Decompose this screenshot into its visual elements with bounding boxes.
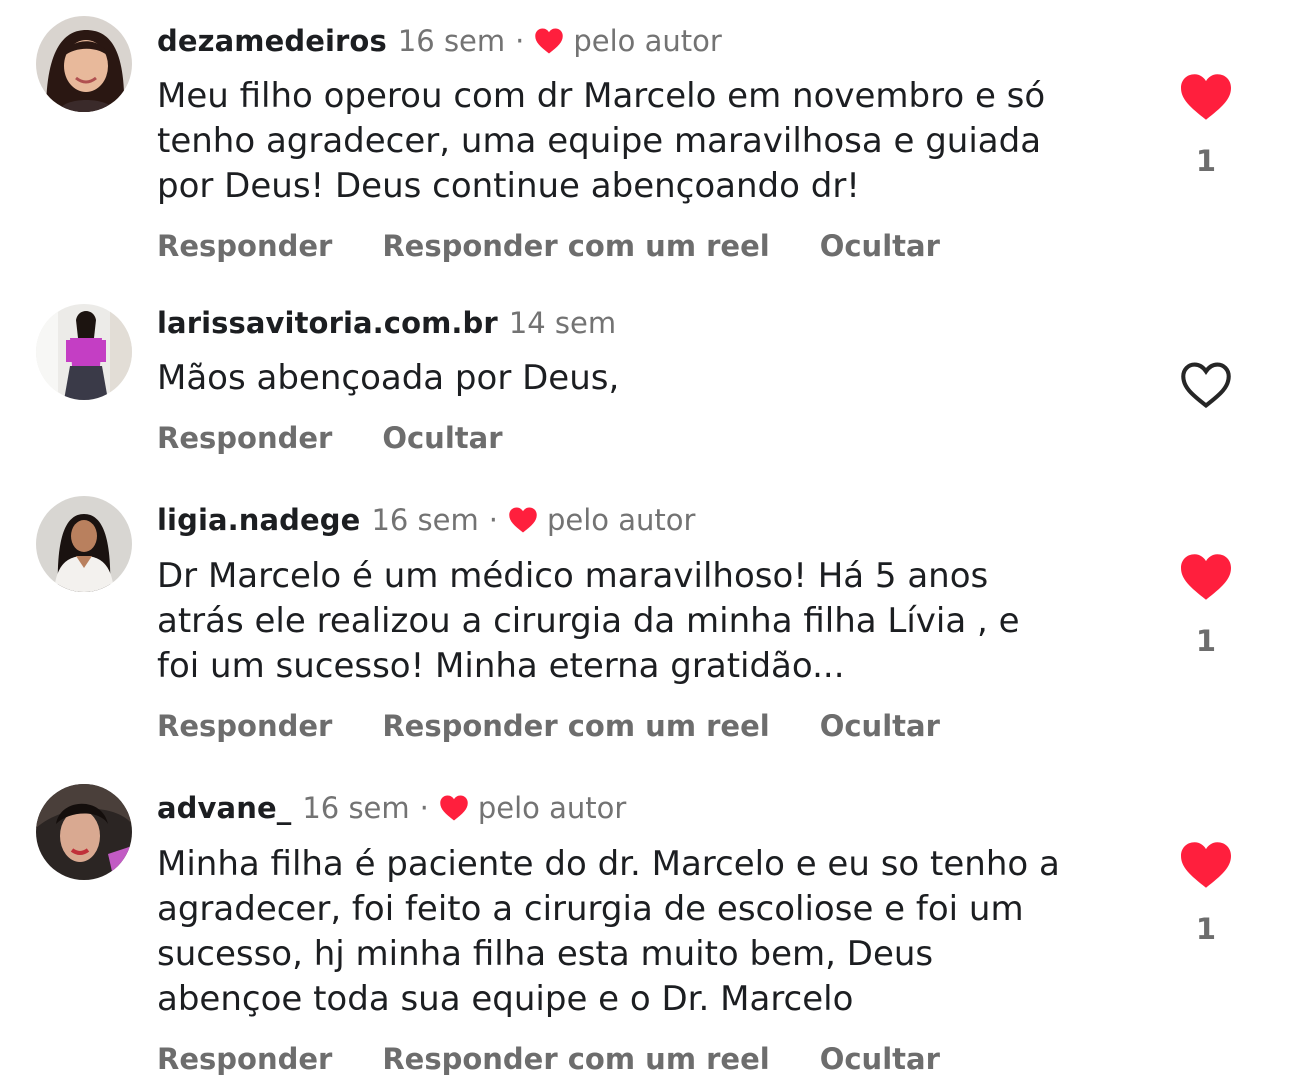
reply-with-reel-button[interactable]: Responder com um reel (382, 709, 769, 743)
comment-meta: advane_ 16 sem · pelo autor (157, 788, 626, 828)
reply-with-reel-button[interactable]: Responder com um reel (382, 1042, 769, 1076)
comment-text: Meu filho operou com dr Marcelo em novem… (157, 76, 1046, 206)
reply-button[interactable]: Responder (157, 421, 332, 455)
username[interactable]: ligia.nadege (157, 503, 360, 537)
timestamp: 16 sem (371, 503, 479, 537)
heart-filled-icon (1181, 74, 1231, 120)
hide-button[interactable]: Ocultar (820, 1042, 940, 1076)
comment-meta: ligia.nadege 16 sem · pelo autor (157, 500, 695, 540)
reply-button[interactable]: Responder (157, 229, 332, 263)
comment-actions: Responder Responder com um reel Ocultar (157, 706, 940, 746)
like-button[interactable] (1178, 72, 1234, 122)
like-count: 1 (1195, 144, 1217, 178)
reply-with-reel-button[interactable]: Responder com um reel (382, 229, 769, 263)
like-button[interactable] (1178, 360, 1234, 410)
avatar[interactable] (36, 496, 132, 592)
heart-outline-icon (1181, 362, 1231, 409)
like-button[interactable] (1178, 840, 1234, 890)
username[interactable]: advane_ (157, 791, 291, 825)
separator-dot: · (488, 503, 498, 537)
username[interactable]: larissavitoria.com.br (157, 306, 498, 340)
separator-dot: · (419, 791, 429, 825)
hide-button[interactable]: Ocultar (820, 709, 940, 743)
username[interactable]: dezamedeiros (157, 24, 387, 58)
liked-by-author-label: pelo autor (477, 791, 627, 825)
avatar[interactable] (36, 784, 132, 880)
comment-meta: dezamedeiros 16 sem · pelo autor (157, 21, 722, 61)
comment-actions: Responder Ocultar (157, 418, 503, 458)
heart-filled-icon (439, 794, 469, 822)
avatar[interactable] (36, 304, 132, 400)
like-count: 1 (1195, 624, 1217, 658)
avatar[interactable] (36, 16, 132, 112)
timestamp: 14 sem (508, 306, 617, 340)
liked-by-author-label: pelo autor (573, 24, 722, 58)
like-button[interactable] (1178, 552, 1234, 602)
hide-button[interactable]: Ocultar (382, 421, 502, 455)
comment-text: Minha filha é paciente do dr. Marcelo e … (157, 844, 1060, 1019)
reply-button[interactable]: Responder (157, 709, 332, 743)
comment-actions: Responder Responder com um reel Ocultar (157, 1039, 940, 1079)
reply-button[interactable]: Responder (157, 1042, 332, 1076)
liked-by-author-label: pelo autor (546, 503, 696, 537)
comment-text: Dr Marcelo é um médico maravilhoso! Há 5… (157, 556, 1020, 686)
heart-filled-icon (1181, 554, 1231, 600)
heart-filled-icon (508, 506, 538, 534)
comment-actions: Responder Responder com um reel Ocultar (157, 226, 940, 266)
comment-meta: larissavitoria.com.br 14 sem (157, 303, 616, 343)
heart-filled-icon (1181, 842, 1231, 888)
separator-dot: · (515, 24, 525, 58)
like-count: 1 (1195, 912, 1217, 946)
hide-button[interactable]: Ocultar (820, 229, 940, 263)
timestamp: 16 sem (397, 24, 506, 58)
comment-text: Mãos abençoada por Deus, (157, 358, 620, 398)
heart-filled-icon (534, 27, 564, 55)
timestamp: 16 sem (302, 791, 410, 825)
